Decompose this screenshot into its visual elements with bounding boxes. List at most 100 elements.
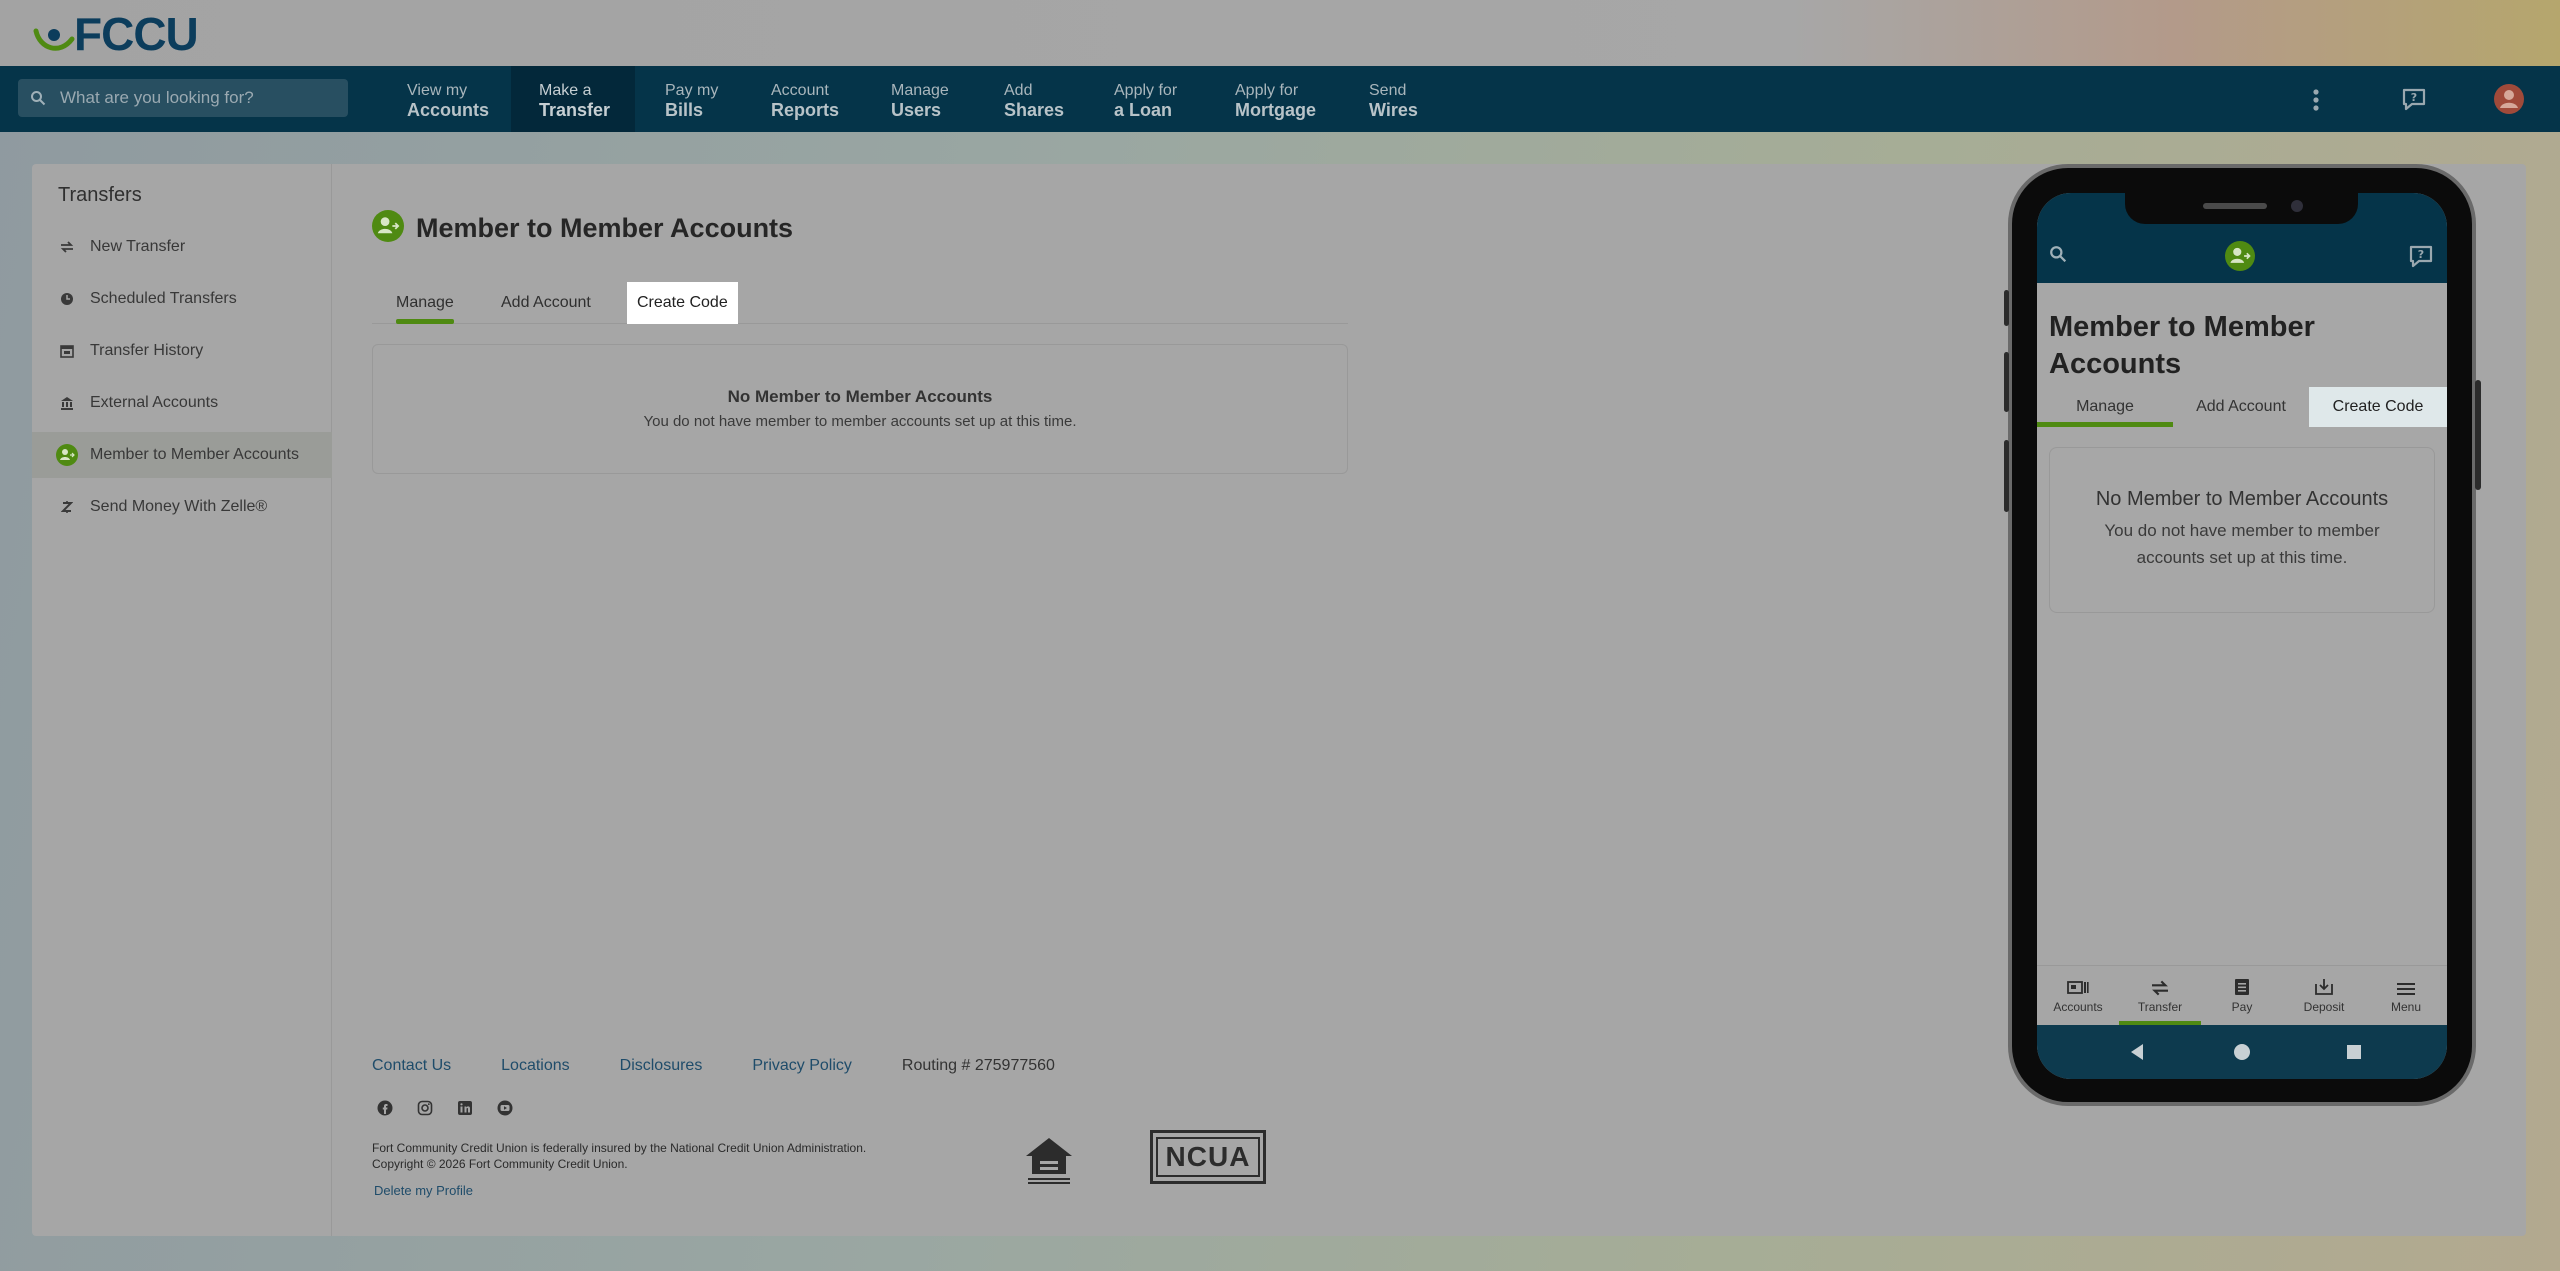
bottom-nav-deposit[interactable]: Deposit (2283, 966, 2365, 1026)
member-transfer-icon (2225, 241, 2255, 276)
footer-link-disclosures[interactable]: Disclosures (620, 1057, 703, 1075)
bottom-nav-label: Deposit (2303, 1000, 2345, 1014)
bottom-nav-menu[interactable]: Menu (2365, 966, 2447, 1026)
tab-manage[interactable]: Manage (396, 282, 454, 324)
nav-pay-bills[interactable]: Pay my Bills (665, 66, 718, 132)
sidebar-item-label: Member to Member Accounts (90, 446, 299, 463)
hamburger-menu-icon (2397, 983, 2415, 995)
bill-icon (2235, 979, 2249, 995)
zelle-icon (58, 498, 76, 516)
tab-create-code[interactable]: Create Code (2309, 387, 2447, 427)
sidebar-item-label: Send Money With Zelle® (90, 498, 268, 515)
sidebar-item-label: Transfer History (90, 342, 204, 359)
sidebar-item-scheduled-transfers[interactable]: Scheduled Transfers (32, 276, 332, 322)
nav-label-line2: Users (891, 100, 942, 120)
delete-profile-link[interactable]: Delete my Profile (374, 1183, 473, 1198)
nav-label-line2: Transfer (539, 100, 611, 120)
top-header: FCCU (0, 0, 2560, 66)
bottom-nav-label: Menu (2390, 1000, 2422, 1014)
phone-side-button (2004, 290, 2009, 326)
home-circle-icon[interactable] (2233, 1043, 2251, 1066)
bottom-nav-label: Accounts (2053, 1000, 2103, 1014)
phone-speaker (2203, 203, 2267, 209)
youtube-icon[interactable] (496, 1099, 514, 1117)
nav-view-accounts[interactable]: View my Accounts (407, 66, 489, 132)
nav-account-reports[interactable]: Account Reports (771, 66, 839, 132)
accounts-icon (2067, 981, 2089, 994)
nav-make-transfer[interactable]: Make a Transfer (511, 66, 635, 132)
main-navbar: View my Accounts Make a Transfer Pay my … (0, 66, 2560, 132)
phone-screen: ? Member to Member Accounts Manage Add A… (2037, 193, 2447, 1079)
help-chat-icon[interactable]: ? (2400, 86, 2428, 117)
user-avatar-icon[interactable] (2494, 84, 2524, 119)
svg-text:?: ? (2411, 91, 2417, 104)
clock-icon (58, 290, 76, 308)
empty-state-title: No Member to Member Accounts (727, 387, 993, 406)
nav-label-line2: Bills (665, 100, 704, 120)
legal-copyright: Copyright © 2026 Fort Community Credit U… (372, 1157, 628, 1171)
footer-link-locations[interactable]: Locations (501, 1057, 570, 1075)
bottom-nav-pay[interactable]: Pay (2201, 966, 2283, 1026)
sidebar-title: Transfers (58, 184, 142, 206)
bottom-nav-label: Pay (2231, 1000, 2253, 1014)
nav-label-line2: a Loan (1114, 100, 1173, 120)
more-vertical-icon[interactable] (2312, 88, 2320, 117)
search-box[interactable] (18, 79, 348, 117)
phone-camera (2291, 200, 2303, 212)
bottom-nav-transfer[interactable]: Transfer (2119, 966, 2201, 1026)
legal-text: Fort Community Credit Union is federally… (372, 1140, 866, 1172)
sidebar-item-external-accounts[interactable]: External Accounts (32, 380, 332, 426)
search-input[interactable] (60, 88, 340, 108)
tab-manage[interactable]: Manage (2037, 387, 2173, 427)
instagram-icon[interactable] (416, 1099, 434, 1117)
footer-link-privacy-policy[interactable]: Privacy Policy (752, 1057, 852, 1075)
footer-links: Contact Us Locations Disclosures Privacy… (372, 1057, 1055, 1075)
facebook-icon[interactable] (376, 1099, 394, 1117)
nav-label-line2: Shares (1004, 100, 1065, 120)
page-header: Member to Member Accounts (372, 210, 793, 247)
nav-apply-mortgage[interactable]: Apply for Mortgage (1235, 66, 1316, 132)
mobile-empty-state-card: No Member to Member Accounts You do not … (2049, 447, 2435, 613)
nav-label-line2: Mortgage (1235, 100, 1316, 120)
nav-add-shares[interactable]: Add Shares (1004, 66, 1064, 132)
recents-square-icon[interactable] (2347, 1045, 2361, 1064)
transfer-arrows-icon (2152, 980, 2168, 996)
social-links (376, 1099, 536, 1117)
empty-state-text: You do not have member to member account… (2104, 521, 2380, 567)
transfer-arrows-icon (58, 238, 76, 256)
nav-label-line2: Reports (771, 100, 840, 120)
empty-state-text: You do not have member to member account… (643, 413, 1077, 430)
nav-manage-users[interactable]: Manage Users (891, 66, 949, 132)
sidebar-item-new-transfer[interactable]: New Transfer (32, 224, 332, 270)
legal-insured: Fort Community Credit Union is federally… (372, 1141, 867, 1155)
bottom-nav-accounts[interactable]: Accounts (2037, 966, 2119, 1026)
fccu-logo[interactable]: FCCU (32, 8, 199, 60)
nav-send-wires[interactable]: Send Wires (1369, 66, 1418, 132)
nav-label-line1: Apply for (1114, 82, 1178, 99)
search-icon[interactable] (2049, 245, 2067, 268)
nav-label-line1: Make a (539, 82, 592, 99)
bottom-nav-label: Transfer (2137, 1000, 2183, 1014)
tab-create-code[interactable]: Create Code (627, 282, 738, 324)
nav-apply-loan[interactable]: Apply for a Loan (1114, 66, 1177, 132)
back-triangle-icon[interactable] (2129, 1043, 2145, 1066)
bank-icon (58, 394, 76, 412)
tab-add-account[interactable]: Add Account (2173, 387, 2309, 427)
mobile-bottom-nav: Accounts Transfer Pay Deposit Menu (2037, 965, 2447, 1026)
linkedin-icon[interactable] (456, 1099, 474, 1117)
tab-add-account[interactable]: Add Account (501, 282, 591, 324)
help-chat-icon[interactable]: ? (2407, 243, 2435, 274)
calendar-icon (58, 342, 76, 360)
sidebar-item-zelle[interactable]: Send Money With Zelle® (32, 484, 332, 530)
sidebar-item-label: Scheduled Transfers (90, 290, 237, 307)
empty-state-title: No Member to Member Accounts (2095, 488, 2389, 510)
footer-link-contact-us[interactable]: Contact Us (372, 1057, 451, 1075)
sidebar-item-transfer-history[interactable]: Transfer History (32, 328, 332, 374)
logo-text: FCCU (74, 8, 199, 60)
logo-swoosh-icon (32, 9, 82, 59)
search-icon (31, 91, 46, 106)
sidebar-item-member-to-member[interactable]: Member to Member Accounts (32, 432, 332, 478)
nav-label-line1: Send (1369, 82, 1407, 99)
nav-label-line2: Wires (1369, 100, 1418, 120)
member-transfer-icon (372, 210, 404, 247)
